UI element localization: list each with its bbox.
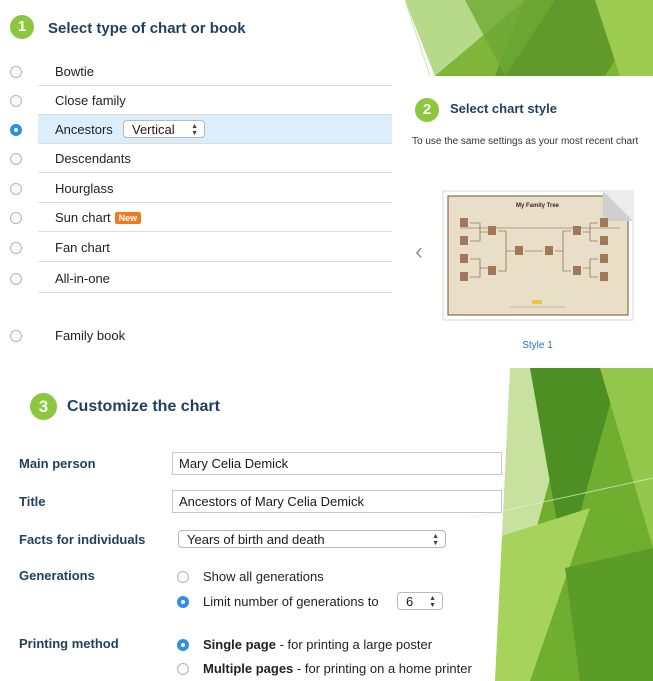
title-label: Title (19, 494, 46, 509)
decorative-art-bottom (470, 368, 653, 681)
chart-type-row-close-family[interactable]: Close family (0, 86, 392, 115)
step-1-title: Select type of chart or book (48, 20, 246, 37)
select-arrows-icon: ▲ ▼ (432, 533, 439, 547)
orientation-value: Vertical (132, 122, 175, 137)
chart-type-row-sun-chart[interactable]: Sun chart New (0, 203, 392, 232)
generations-limit-value: 6 (406, 594, 414, 609)
row-divider (38, 231, 392, 232)
title-field[interactable]: Ancestors of Mary Celia Demick (172, 490, 502, 513)
new-badge: New (114, 212, 142, 224)
orientation-select[interactable]: Vertical ▲ ▼ (123, 120, 205, 138)
step-2-title: Select chart style (450, 101, 557, 116)
printing-method-label: Printing method (19, 636, 119, 651)
chart-type-row-ancestors[interactable]: Ancestors Vertical ▲ ▼ (0, 115, 392, 144)
chart-type-label-wrap: Sun chart New (55, 210, 142, 225)
step-3-title: Customize the chart (67, 398, 220, 415)
decorative-art-top (405, 0, 653, 76)
thumbnail-title: My Family Tree (515, 203, 560, 209)
family-book-radio[interactable] (10, 330, 22, 342)
chart-type-radio[interactable] (10, 66, 22, 78)
row-divider (38, 172, 392, 173)
single-page-desc: - for printing a large poster (275, 637, 433, 652)
chart-type-label: Bowtie (55, 64, 95, 79)
single-page-title: Single page (203, 637, 276, 652)
style-prev-arrow[interactable]: ‹ (415, 238, 423, 266)
generations-label: Generations (19, 568, 95, 583)
multiple-pages-desc: - for printing on a home printer (293, 661, 472, 676)
chart-type-label: Hourglass (55, 181, 114, 196)
chart-type-radio[interactable] (10, 242, 22, 254)
family-book-label: Family book (55, 328, 126, 343)
chart-type-row-fan-chart[interactable]: Fan chart (0, 233, 392, 262)
chart-type-row-bowtie[interactable]: Bowtie (0, 57, 392, 86)
chart-type-label: Descendants (55, 151, 131, 166)
step-2-number: 2 (415, 98, 439, 122)
select-arrows-icon: ▲ ▼ (191, 123, 198, 137)
style-label: Style 1 (522, 340, 553, 351)
facts-label: Facts for individuals (19, 532, 146, 547)
step-1-number: 1 (10, 15, 34, 39)
chart-type-radio[interactable] (10, 153, 22, 165)
chart-type-label: Sun chart (55, 210, 111, 225)
limit-generations-label: Limit number of generations to (203, 594, 379, 609)
chart-type-label: Fan chart (55, 240, 110, 255)
main-person-label: Main person (19, 456, 96, 471)
chart-type-radio[interactable] (10, 95, 22, 107)
facts-select[interactable]: Years of birth and death ▲ ▼ (178, 530, 446, 548)
chart-type-label: Ancestors (55, 122, 113, 137)
step-3-number: 3 (30, 393, 57, 420)
multiple-pages-radio[interactable] (177, 663, 189, 675)
show-all-generations-label: Show all generations (203, 569, 324, 584)
row-divider (38, 292, 392, 293)
facts-select-value: Years of birth and death (187, 532, 325, 547)
chart-type-radio-selected[interactable] (10, 124, 22, 136)
single-page-radio[interactable] (177, 639, 189, 651)
generations-limit-select[interactable]: 6 ▲ ▼ (397, 592, 443, 610)
single-page-label: Single page - for printing a large poste… (203, 637, 432, 652)
main-person-field[interactable]: Mary Celia Demick (172, 452, 502, 475)
step-2-note: To use the same settings as your most re… (412, 136, 639, 147)
chart-type-label: Close family (55, 93, 126, 108)
chart-type-row-descendants[interactable]: Descendants (0, 144, 392, 173)
chart-type-label: All-in-one (55, 271, 110, 286)
multiple-pages-label: Multiple pages - for printing on a home … (203, 661, 472, 676)
chart-type-radio[interactable] (10, 183, 22, 195)
multiple-pages-title: Multiple pages (203, 661, 294, 676)
select-arrows-icon: ▲ ▼ (429, 595, 436, 609)
chart-type-row-hourglass[interactable]: Hourglass (0, 174, 392, 203)
show-all-generations-radio[interactable] (177, 571, 189, 583)
limit-generations-radio[interactable] (177, 596, 189, 608)
chart-type-radio[interactable] (10, 273, 22, 285)
chart-type-radio[interactable] (10, 212, 22, 224)
chart-type-row-all-in-one[interactable]: All-in-one (0, 264, 392, 293)
style-thumbnail[interactable]: My Family Tree (440, 188, 635, 323)
row-divider (38, 261, 392, 262)
